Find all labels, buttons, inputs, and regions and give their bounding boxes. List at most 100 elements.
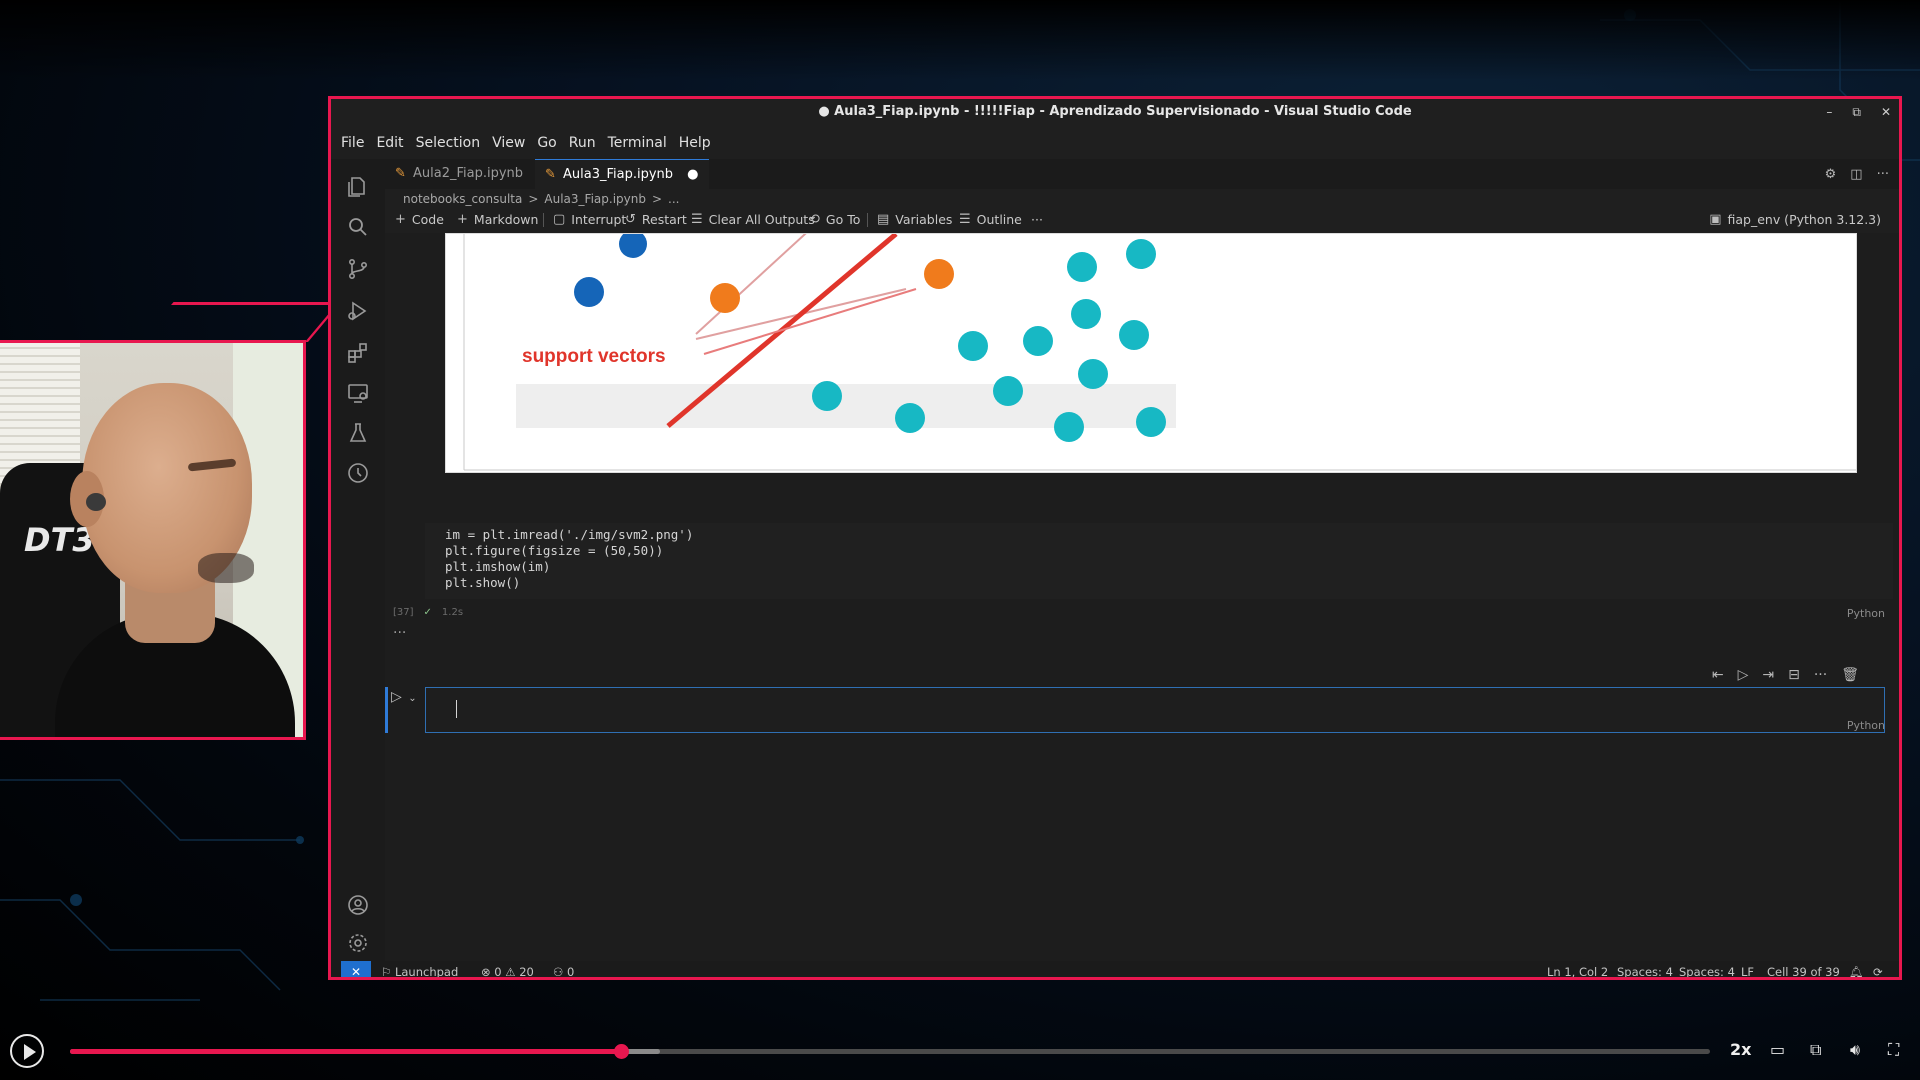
- activity-bar: [331, 159, 385, 967]
- interrupt-button[interactable]: ▢ Interrupt: [553, 209, 626, 231]
- cell-more-icon[interactable]: ···: [1814, 667, 1827, 683]
- variables-label: Variables: [895, 212, 953, 227]
- search-icon[interactable]: [345, 215, 371, 241]
- outline-button[interactable]: ☰ Outline: [959, 209, 1022, 231]
- breadcrumb: notebooks_consulta > Aula3_Fiap.ipynb > …: [403, 189, 679, 209]
- beard: [198, 553, 254, 583]
- code-cell[interactable]: im = plt.imread('./img/svm2.png') plt.fi…: [425, 523, 1893, 599]
- unsaved-dot[interactable]: ●: [687, 167, 698, 182]
- clear-outputs-label: Clear All Outputs: [708, 212, 815, 227]
- variables-button[interactable]: ▤ Variables: [877, 209, 952, 231]
- code-line[interactable]: im = plt.imread('./img/svm2.png'): [445, 527, 693, 542]
- status-bar: ✕ ⚐ Launchpad ⊗ 0 ⚠ 20 ⚇ 0 Ln 1, Col 2 S…: [331, 961, 1899, 979]
- tab-aula3[interactable]: ✎ Aula3_Fiap.ipynb ●: [535, 159, 709, 189]
- menu-help[interactable]: Help: [673, 133, 717, 153]
- split-cell-icon[interactable]: ⊟: [1788, 667, 1800, 683]
- account-icon[interactable]: [345, 893, 371, 919]
- run-cell-icon[interactable]: ▷: [1738, 667, 1749, 683]
- clear-outputs-button[interactable]: ☰ Clear All Outputs: [691, 209, 815, 231]
- code-line[interactable]: plt.show(): [445, 575, 520, 590]
- menu-view[interactable]: View: [486, 133, 531, 153]
- breadcrumb-sep: >: [651, 192, 663, 206]
- execute-cell-button[interactable]: ▷ ⌄: [391, 689, 417, 705]
- remote-indicator[interactable]: ✕: [341, 961, 371, 977]
- tab-aula2[interactable]: ✎ Aula2_Fiap.ipynb: [385, 159, 533, 189]
- tab-label: Aula2_Fiap.ipynb: [413, 166, 524, 181]
- seek-handle[interactable]: [614, 1044, 630, 1059]
- seek-bar[interactable]: [70, 1044, 1710, 1059]
- menu-terminal[interactable]: Terminal: [602, 133, 673, 153]
- split-editor-icon[interactable]: ◫: [1850, 167, 1862, 182]
- menu-selection[interactable]: Selection: [410, 133, 487, 153]
- window-controls: – ⧉ ✕: [1826, 99, 1891, 125]
- playback-speed-button[interactable]: 2x: [1730, 1040, 1751, 1059]
- breadcrumb-more[interactable]: ...: [668, 189, 679, 209]
- captions-icon[interactable]: ▭: [1770, 1040, 1785, 1059]
- warning-count: ⚠ 20: [505, 965, 534, 979]
- picture-in-picture-icon[interactable]: ⧉: [1810, 1040, 1821, 1060]
- breadcrumb-folder[interactable]: notebooks_consulta: [403, 189, 522, 209]
- minimize-button[interactable]: –: [1826, 105, 1832, 119]
- settings-small-icon[interactable]: ⚙: [1825, 167, 1837, 182]
- cell-language[interactable]: Python: [1847, 719, 1885, 732]
- notebook-icon: ✎: [395, 166, 406, 181]
- sync-icon[interactable]: ⟳: [1873, 961, 1883, 977]
- cursor-position[interactable]: Ln 1, Col 2: [1547, 961, 1608, 977]
- tab-label: Aula3_Fiap.ipynb: [563, 167, 674, 182]
- played-range: [70, 1049, 622, 1054]
- indentation-spaces-2[interactable]: Spaces: 4: [1679, 961, 1735, 977]
- menu-run[interactable]: Run: [563, 133, 602, 153]
- extensions-icon[interactable]: [345, 341, 371, 367]
- run-below-icon[interactable]: ⇥: [1762, 667, 1774, 683]
- git-history-icon[interactable]: [345, 461, 371, 487]
- testing-flask-icon[interactable]: [345, 421, 371, 447]
- chevron-down-icon: ⌄: [408, 693, 417, 704]
- ports-indicator[interactable]: ⚇ 0: [553, 961, 574, 977]
- close-button[interactable]: ✕: [1881, 105, 1891, 119]
- source-control-icon[interactable]: [345, 257, 371, 283]
- fullscreen-icon[interactable]: ⛶: [1888, 1040, 1899, 1060]
- more-actions-icon[interactable]: ···: [1877, 167, 1889, 182]
- launchpad-label: Launchpad: [394, 965, 459, 979]
- breadcrumb-file[interactable]: Aula3_Fiap.ipynb: [544, 189, 646, 209]
- code-line[interactable]: plt.figure(figsize = (50,50)): [445, 543, 663, 558]
- window-title: ● Aula3_Fiap.ipynb - !!!!!Fiap - Aprendi…: [331, 99, 1899, 125]
- goto-icon: ⟲: [809, 212, 820, 227]
- add-code-button[interactable]: + Code: [395, 209, 444, 231]
- volume-icon[interactable]: 🔊︎: [1850, 1040, 1860, 1060]
- rocket-icon: ⚐: [381, 965, 395, 979]
- editor-actions: ⚙ ◫ ···: [1825, 159, 1889, 189]
- explorer-icon[interactable]: [345, 175, 371, 201]
- variables-icon: ▤: [877, 212, 890, 227]
- restart-button[interactable]: ↺ Restart: [625, 209, 687, 231]
- webcam-frame-tab: [140, 302, 342, 342]
- plus-icon: +: [457, 212, 468, 227]
- problems-indicator[interactable]: ⊗ 0 ⚠ 20: [481, 961, 534, 979]
- window-blinds: [0, 343, 80, 483]
- run-debug-icon[interactable]: [345, 299, 371, 325]
- empty-code-cell[interactable]: [425, 687, 1885, 733]
- settings-gear-icon[interactable]: [345, 931, 371, 957]
- menu-file[interactable]: File: [335, 133, 370, 153]
- goto-button[interactable]: ⟲ Go To: [809, 209, 860, 231]
- end-of-line[interactable]: LF: [1741, 961, 1754, 977]
- remote-explorer-icon[interactable]: [345, 381, 371, 407]
- add-markdown-button[interactable]: + Markdown: [457, 209, 538, 231]
- text-cursor: [456, 700, 457, 718]
- delete-cell-icon[interactable]: 🗑: [1841, 667, 1859, 683]
- run-above-icon[interactable]: ⇤: [1712, 667, 1724, 683]
- code-line[interactable]: plt.imshow(im): [445, 559, 550, 574]
- menu-go[interactable]: Go: [531, 133, 562, 153]
- play-button[interactable]: [10, 1034, 44, 1068]
- menu-edit[interactable]: Edit: [370, 133, 409, 153]
- cell-language[interactable]: Python: [1847, 607, 1885, 620]
- output-collapsed-icon[interactable]: ···: [393, 625, 406, 641]
- kernel-picker[interactable]: ▣ fiap_env (Python 3.12.3): [1709, 209, 1881, 231]
- restore-button[interactable]: ⧉: [1852, 105, 1861, 120]
- cell-counter[interactable]: Cell 39 of 39: [1767, 961, 1840, 977]
- toolbar-more-button[interactable]: ···: [1031, 209, 1043, 231]
- launchpad-button[interactable]: ⚐ Launchpad: [381, 961, 459, 979]
- bell-icon[interactable]: 🔔︎: [1849, 961, 1864, 977]
- top-gradient: [0, 0, 1920, 80]
- indentation-spaces[interactable]: Spaces: 4: [1617, 961, 1673, 977]
